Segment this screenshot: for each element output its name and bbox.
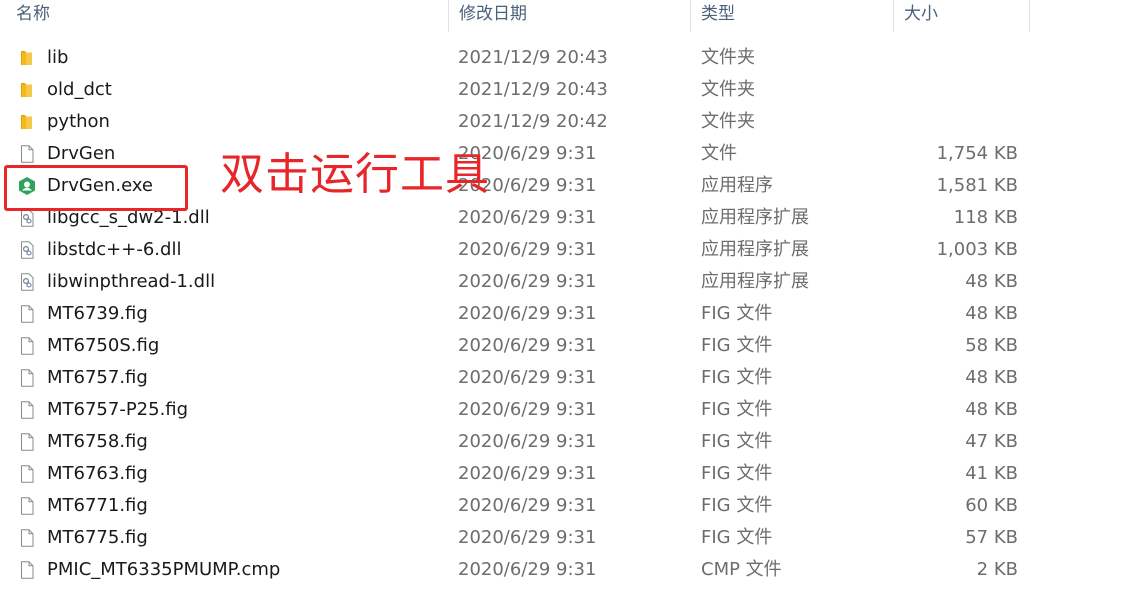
file-modified-date: 2020/6/29 9:31 <box>458 271 597 292</box>
file-type: FIG 文件 <box>701 399 773 420</box>
file-modified-date: 2021/12/9 20:43 <box>458 79 608 100</box>
file-size: 48 KB <box>965 399 1018 420</box>
file-size: 48 KB <box>965 303 1018 324</box>
file-icon <box>18 529 36 547</box>
file-row[interactable]: python 2021/12/9 20:42 文件夹 <box>0 106 1030 138</box>
file-modified-date: 2020/6/29 9:31 <box>458 431 597 452</box>
file-row[interactable]: MT6775.fig 2020/6/29 9:31 FIG 文件 57 KB <box>0 522 1030 554</box>
file-size: 60 KB <box>965 495 1018 516</box>
file-name: libstdc++-6.dll <box>47 239 182 260</box>
file-name: MT6771.fig <box>47 495 148 516</box>
file-row[interactable]: MT6757-P25.fig 2020/6/29 9:31 FIG 文件 48 … <box>0 394 1030 426</box>
file-icon <box>18 433 36 451</box>
file-explorer-list: 名称 修改日期 类型 大小 lib 2021/12/9 20:43 文件夹 ol… <box>0 0 1141 593</box>
file-name: MT6775.fig <box>47 527 148 548</box>
file-row[interactable]: old_dct 2021/12/9 20:43 文件夹 <box>0 74 1030 106</box>
dll-icon <box>18 273 36 291</box>
dll-icon <box>18 241 36 259</box>
file-icon <box>18 369 36 387</box>
file-icon <box>18 465 36 483</box>
file-row[interactable]: MT6758.fig 2020/6/29 9:31 FIG 文件 47 KB <box>0 426 1030 458</box>
file-icon <box>18 401 36 419</box>
file-name: MT6763.fig <box>47 463 148 484</box>
file-icon <box>18 337 36 355</box>
file-type: 文件 <box>701 143 737 164</box>
file-modified-date: 2020/6/29 9:31 <box>458 463 597 484</box>
folder-icon <box>18 113 36 131</box>
file-modified-date: 2020/6/29 9:31 <box>458 559 597 580</box>
file-name: MT6757-P25.fig <box>47 399 189 420</box>
file-size: 1,003 KB <box>936 239 1018 260</box>
file-icon <box>18 145 36 163</box>
file-type: 应用程序 <box>701 175 773 196</box>
file-type: 文件夹 <box>701 111 755 132</box>
file-name: MT6757.fig <box>47 367 148 388</box>
file-modified-date: 2020/6/29 9:31 <box>458 367 597 388</box>
column-header-size[interactable]: 大小 <box>894 0 1029 32</box>
highlight-box <box>4 165 188 211</box>
file-type: FIG 文件 <box>701 335 773 356</box>
file-modified-date: 2020/6/29 9:31 <box>458 495 597 516</box>
file-name: MT6750S.fig <box>47 335 160 356</box>
file-name: python <box>47 111 110 132</box>
file-type: 文件夹 <box>701 79 755 100</box>
file-size: 41 KB <box>965 463 1018 484</box>
file-type: FIG 文件 <box>701 495 773 516</box>
file-type: 应用程序扩展 <box>701 207 809 228</box>
file-size: 47 KB <box>965 431 1018 452</box>
file-type: FIG 文件 <box>701 463 773 484</box>
file-size: 48 KB <box>965 271 1018 292</box>
file-name: MT6739.fig <box>47 303 148 324</box>
file-modified-date: 2020/6/29 9:31 <box>458 399 597 420</box>
column-header-date[interactable]: 修改日期 <box>449 0 690 32</box>
file-name: PMIC_MT6335PMUMP.cmp <box>47 559 281 580</box>
file-icon <box>18 497 36 515</box>
file-modified-date: 2021/12/9 20:43 <box>458 47 608 68</box>
annotation-text: 双击运行工具 <box>220 149 490 200</box>
file-type: 应用程序扩展 <box>701 271 809 292</box>
folder-icon <box>18 49 36 67</box>
file-row[interactable]: MT6739.fig 2020/6/29 9:31 FIG 文件 48 KB <box>0 298 1030 330</box>
file-size: 1,581 KB <box>936 175 1018 196</box>
file-row[interactable]: PMIC_MT6335PMUMP.cmp 2020/6/29 9:31 CMP … <box>0 554 1030 586</box>
dll-icon <box>18 209 36 227</box>
file-type: CMP 文件 <box>701 559 782 580</box>
file-type: 应用程序扩展 <box>701 239 809 260</box>
file-size: 48 KB <box>965 367 1018 388</box>
file-row[interactable]: libstdc++-6.dll 2020/6/29 9:31 应用程序扩展 1,… <box>0 234 1030 266</box>
file-row[interactable]: MT6757.fig 2020/6/29 9:31 FIG 文件 48 KB <box>0 362 1030 394</box>
file-modified-date: 2020/6/29 9:31 <box>458 335 597 356</box>
file-row[interactable]: MT6763.fig 2020/6/29 9:31 FIG 文件 41 KB <box>0 458 1030 490</box>
file-row[interactable]: lib 2021/12/9 20:43 文件夹 <box>0 42 1030 74</box>
file-type: FIG 文件 <box>701 431 773 452</box>
folder-icon <box>18 81 36 99</box>
file-size: 58 KB <box>965 335 1018 356</box>
file-type: 文件夹 <box>701 47 755 68</box>
file-icon <box>18 305 36 323</box>
file-modified-date: 2020/6/29 9:31 <box>458 303 597 324</box>
file-modified-date: 2021/12/9 20:42 <box>458 111 608 132</box>
column-header-bar: 名称 修改日期 类型 大小 <box>0 0 1141 32</box>
file-icon <box>18 561 36 579</box>
file-size: 118 KB <box>953 207 1018 228</box>
file-row[interactable]: libwinpthread-1.dll 2020/6/29 9:31 应用程序扩… <box>0 266 1030 298</box>
file-row[interactable]: MT6771.fig 2020/6/29 9:31 FIG 文件 60 KB <box>0 490 1030 522</box>
column-header-name[interactable]: 名称 <box>6 0 446 32</box>
file-name: lib <box>47 47 69 68</box>
file-type: FIG 文件 <box>701 367 773 388</box>
file-size: 1,754 KB <box>936 143 1018 164</box>
file-name: MT6758.fig <box>47 431 148 452</box>
file-type: FIG 文件 <box>701 303 773 324</box>
file-type: FIG 文件 <box>701 527 773 548</box>
file-name: old_dct <box>47 79 112 100</box>
file-size: 57 KB <box>965 527 1018 548</box>
column-divider[interactable] <box>1029 0 1030 32</box>
file-row[interactable]: MT6750S.fig 2020/6/29 9:31 FIG 文件 58 KB <box>0 330 1030 362</box>
column-header-type[interactable]: 类型 <box>691 0 893 32</box>
file-size: 2 KB <box>976 559 1018 580</box>
file-name: libwinpthread-1.dll <box>47 271 216 292</box>
file-modified-date: 2020/6/29 9:31 <box>458 239 597 260</box>
file-modified-date: 2020/6/29 9:31 <box>458 527 597 548</box>
file-list: lib 2021/12/9 20:43 文件夹 old_dct 2021/12/… <box>0 42 1141 586</box>
